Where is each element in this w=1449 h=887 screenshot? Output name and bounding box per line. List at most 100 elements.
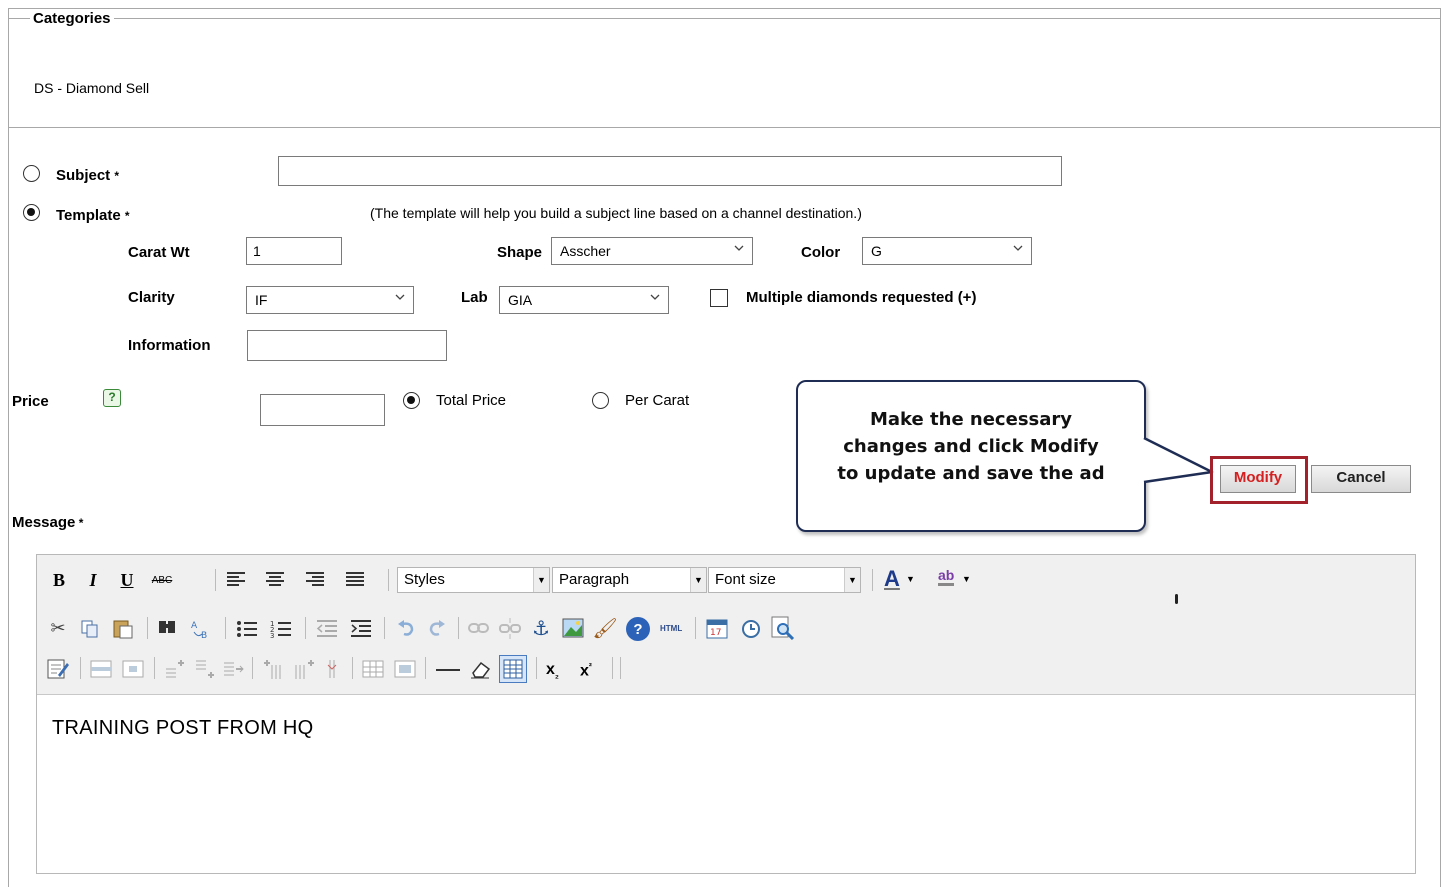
cleanup-icon[interactable]: 🖌 xyxy=(592,617,617,640)
bold-button[interactable]: B xyxy=(48,569,70,591)
preview-icon[interactable] xyxy=(771,616,795,640)
message-label: Message * xyxy=(12,514,84,531)
html-source-button[interactable]: HTML xyxy=(660,624,682,633)
align-center-icon[interactable] xyxy=(265,571,285,589)
insert-col-after-icon[interactable] xyxy=(294,659,316,679)
unlink-icon[interactable] xyxy=(499,617,521,639)
modify-button[interactable]: Modify xyxy=(1220,465,1296,493)
underline-button[interactable]: U xyxy=(116,569,138,591)
align-justify-icon[interactable] xyxy=(345,571,365,589)
styles-select[interactable]: Styles ▼ xyxy=(397,567,550,593)
copy-icon[interactable] xyxy=(80,619,100,639)
superscript-button[interactable]: x² xyxy=(580,661,592,680)
subject-label: Subject * xyxy=(56,167,120,184)
align-right-icon[interactable] xyxy=(305,571,325,589)
align-left-icon[interactable] xyxy=(226,571,246,589)
toolbar-separator xyxy=(154,657,155,679)
template-hint: (The template will help you build a subj… xyxy=(370,205,862,221)
callout-line-1: Make the necessary xyxy=(870,409,1072,430)
subscript-button[interactable]: x₂ xyxy=(546,661,559,680)
per-carat-radio[interactable] xyxy=(592,392,609,409)
price-input[interactable] xyxy=(260,394,385,426)
table-grid-icon xyxy=(503,659,523,679)
delete-row-icon[interactable] xyxy=(222,659,244,679)
categories-divider xyxy=(8,18,1441,19)
insert-col-before-icon[interactable] xyxy=(262,659,284,679)
clarity-select-value: IF xyxy=(255,292,268,308)
help-icon[interactable]: ? xyxy=(103,389,121,407)
carat-label: Carat Wt xyxy=(128,244,190,261)
subject-radio[interactable] xyxy=(23,165,40,182)
shape-select[interactable]: Asscher xyxy=(551,237,753,265)
insert-date-icon[interactable]: 17 xyxy=(706,617,730,641)
information-label: Information xyxy=(128,337,211,354)
price-label: Price xyxy=(12,393,49,410)
indent-icon[interactable] xyxy=(350,619,372,639)
callout-pointer xyxy=(1140,436,1214,484)
color-select[interactable]: G xyxy=(862,237,1032,265)
table-cell-props-icon[interactable] xyxy=(122,659,144,679)
insert-row-after-icon[interactable] xyxy=(194,659,216,679)
multiple-diamonds-checkbox[interactable] xyxy=(710,289,728,307)
anchor-icon[interactable]: ⚓ xyxy=(530,617,552,640)
visual-aid-toggle[interactable] xyxy=(499,655,527,683)
outdent-icon[interactable] xyxy=(316,619,338,639)
toolbar-separator xyxy=(458,617,459,639)
font-color-button[interactable]: A xyxy=(884,566,900,592)
template-radio[interactable] xyxy=(23,204,40,221)
help-icon[interactable]: ? xyxy=(626,617,650,641)
remove-format-icon[interactable] xyxy=(469,659,491,679)
insert-time-icon[interactable] xyxy=(741,619,761,639)
lab-select-value: GIA xyxy=(508,292,533,308)
paragraph-select[interactable]: Paragraph ▼ xyxy=(552,567,707,593)
shape-select-value: Asscher xyxy=(560,243,611,259)
toolbar-separator xyxy=(80,657,81,679)
cancel-button[interactable]: Cancel xyxy=(1311,465,1411,493)
font-size-select[interactable]: Font size ▼ xyxy=(708,567,861,593)
template-label: Template * xyxy=(56,207,130,224)
toolbar-separator xyxy=(225,617,226,639)
svg-text:3: 3 xyxy=(270,632,274,639)
callout-line-2: changes and click Modify xyxy=(843,436,1099,457)
replace-icon[interactable]: AB xyxy=(190,618,214,640)
shape-label: Shape xyxy=(497,244,543,261)
italic-button[interactable]: I xyxy=(82,569,104,591)
message-content[interactable]: TRAINING POST FROM HQ xyxy=(52,717,314,740)
paste-icon[interactable] xyxy=(112,617,134,639)
edit-table-icon[interactable] xyxy=(46,657,70,681)
table-row-props-icon[interactable] xyxy=(90,659,112,679)
font-color-dropdown-icon[interactable]: ▼ xyxy=(906,574,915,584)
chevron-down-icon xyxy=(734,245,744,251)
toolbar-separator xyxy=(425,657,426,679)
clarity-select[interactable]: IF xyxy=(246,286,414,314)
redo-icon[interactable] xyxy=(427,618,447,638)
styles-select-value: Styles xyxy=(404,571,445,588)
merge-cells-icon[interactable] xyxy=(394,659,416,679)
split-cells-icon[interactable] xyxy=(362,659,384,679)
image-icon[interactable] xyxy=(562,617,584,639)
cut-icon[interactable]: ✂ xyxy=(47,617,69,639)
information-input[interactable] xyxy=(247,330,447,361)
dropdown-arrow-icon: ▼ xyxy=(690,568,706,592)
color-select-value: G xyxy=(871,243,882,259)
toolbar-separator xyxy=(695,617,696,639)
undo-icon[interactable] xyxy=(396,618,416,638)
highlight-dropdown-icon[interactable]: ▼ xyxy=(962,574,971,584)
insert-row-before-icon[interactable] xyxy=(164,659,186,679)
horizontal-rule-icon[interactable] xyxy=(436,669,460,671)
total-price-radio[interactable] xyxy=(403,392,420,409)
highlight-button[interactable]: ab xyxy=(938,567,955,586)
carat-input[interactable]: 1 xyxy=(246,237,342,265)
lab-select[interactable]: GIA xyxy=(499,286,669,314)
toolbar-separator xyxy=(305,617,306,639)
dropdown-arrow-icon: ▼ xyxy=(533,568,549,592)
categories-fieldset xyxy=(8,8,1441,128)
numbered-list-icon[interactable]: 123 xyxy=(270,619,292,639)
link-icon[interactable] xyxy=(468,620,490,636)
strikethrough-button[interactable]: ABC xyxy=(148,569,176,591)
delete-col-icon[interactable] xyxy=(322,659,344,679)
bullet-list-icon[interactable] xyxy=(236,619,258,639)
find-icon[interactable] xyxy=(157,618,179,638)
subject-input[interactable] xyxy=(278,156,1062,186)
svg-text:B: B xyxy=(201,631,207,640)
